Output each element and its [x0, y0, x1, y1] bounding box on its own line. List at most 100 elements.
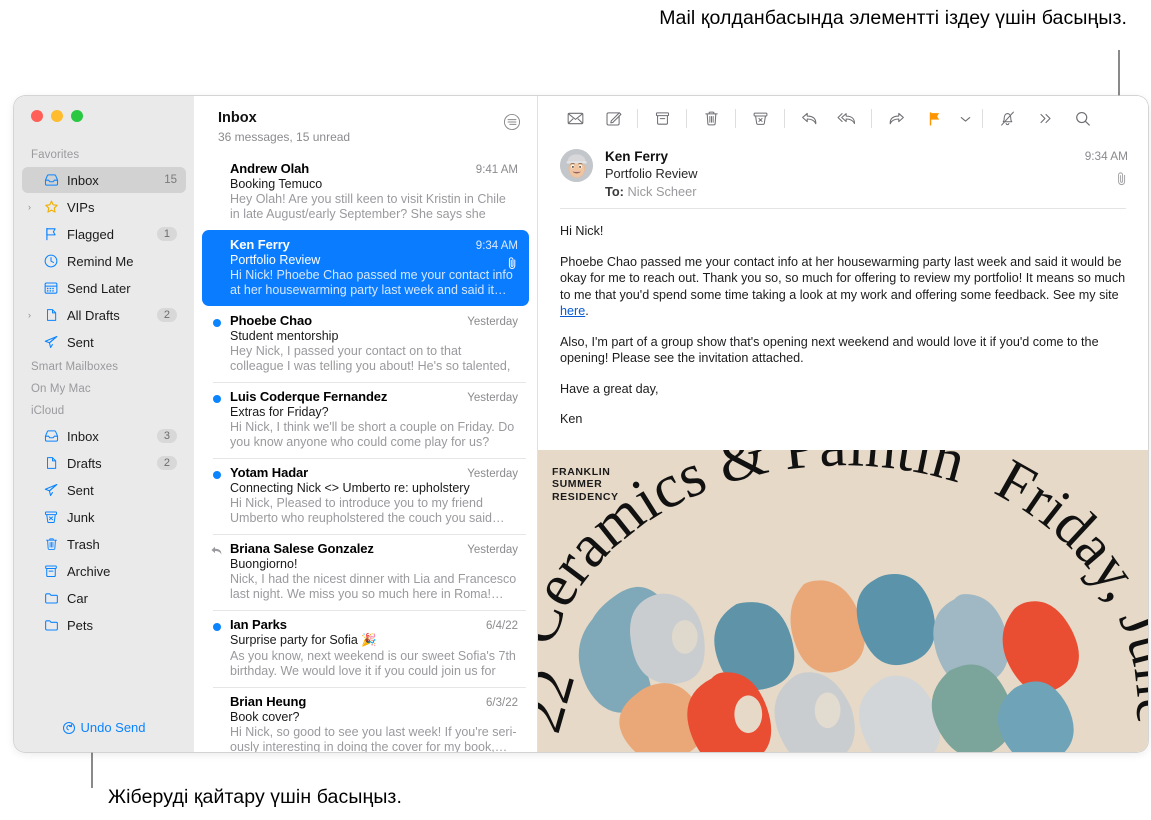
trash-icon: [704, 111, 718, 126]
attachment-preview[interactable]: FRANKLIN SUMMER RESIDENCY ramics & tin F…: [538, 449, 1148, 752]
portfolio-link[interactable]: here: [560, 304, 585, 318]
message-subject-line: Buongiorno!: [230, 557, 298, 571]
flag-button[interactable]: [915, 104, 953, 134]
paper-plane-icon: [44, 335, 58, 349]
delete-button[interactable]: [692, 104, 730, 134]
svg-text:Friday, June: Friday, June: [986, 450, 1148, 726]
trash-icon: [41, 536, 61, 552]
mute-button[interactable]: [988, 104, 1026, 134]
zoom-button[interactable]: [71, 110, 83, 122]
sidebar-item-vips[interactable]: › VIPs: [22, 194, 186, 220]
sidebar-item-send-later[interactable]: Send Later: [22, 275, 186, 301]
sidebar-item-all-drafts[interactable]: › All Drafts 2: [22, 302, 186, 328]
message-view-pane: Ken Ferry Portfolio Review To: Nick Sche…: [538, 96, 1148, 752]
sidebar-item-label: Sent: [67, 482, 94, 498]
message-list-item[interactable]: Luis Coderque Fernandez Yesterday Extras f…: [202, 382, 529, 458]
sidebar-item-label: Remind Me: [67, 253, 134, 269]
archive-icon: [655, 112, 669, 125]
sidebar-item-badge: 3: [156, 429, 177, 443]
mail-window: Favorites Inbox 15 › VIPs Flagged 1 Remind Me Se…: [14, 96, 1148, 752]
close-button[interactable]: [31, 110, 43, 122]
sidebar-item-car[interactable]: Car: [22, 585, 186, 611]
message-time: 9:34 AM: [1084, 149, 1128, 163]
archive-button[interactable]: [643, 104, 681, 134]
sidebar-item-sent[interactable]: Sent: [22, 477, 186, 503]
filter-icon: [503, 113, 521, 131]
toolbar-separator: [637, 109, 638, 128]
svg-text:Ceramics & Painting: Ceramics & Painting: [538, 450, 973, 653]
sidebar-section-header: iCloud: [31, 405, 65, 417]
message-date: 6/3/22: [486, 697, 518, 709]
body-greeting: Hi Nick!: [560, 224, 604, 238]
minimize-button[interactable]: [51, 110, 63, 122]
message-preview: Hi Nick! Phoebe Chao passed me your cont…: [230, 268, 513, 297]
paper-plane-icon: [41, 482, 61, 498]
body-para1-tail: .: [585, 304, 589, 318]
sidebar-item-sent[interactable]: Sent: [22, 329, 186, 355]
chevron-right-icon[interactable]: ›: [28, 202, 41, 212]
message-list-item[interactable]: Brian Heung 6/3/22 Book cover? Hi Nick, so …: [202, 687, 529, 752]
message-list-item[interactable]: Ian Parks 6/4/22 Surprise party for Sofia …: [202, 610, 529, 687]
message-subject-line: Student mentorship: [230, 329, 339, 343]
sidebar-item-inbox[interactable]: Inbox 3: [22, 423, 186, 449]
filter-button[interactable]: [503, 113, 521, 136]
inbox-icon: [41, 428, 61, 444]
message-list-item[interactable]: Andrew Olah 9:41 AM Booking Temuco Hey Olah…: [202, 154, 529, 230]
inbox-icon: [44, 174, 58, 186]
message-subject-line: Booking Temuco: [230, 177, 323, 191]
body-signature: Ken: [560, 412, 583, 426]
message-list-item[interactable]: Briana Salese Gonzalez Yesterday Buongiorn…: [202, 534, 529, 610]
message-list-item[interactable]: Yotam Hadar Yesterday Connecting Nick <> U…: [202, 458, 529, 534]
message-date: Yesterday: [467, 392, 518, 404]
compose-button[interactable]: [594, 104, 632, 134]
message-subject: Portfolio Review: [605, 166, 698, 181]
message-list-item[interactable]: Phoebe Chao Yesterday Student mentorship He…: [202, 306, 529, 382]
toolbar-separator: [735, 109, 736, 128]
get-mail-button[interactable]: [556, 104, 594, 134]
sidebar-item-flagged[interactable]: Flagged 1: [22, 221, 186, 247]
sidebar-item-trash[interactable]: Trash: [22, 531, 186, 557]
replied-icon: [210, 544, 223, 562]
callout-search-annotation: Mail қолданбасында элементті іздеу үшін …: [659, 7, 1127, 29]
message-recipients: To: Nick Scheer: [605, 184, 1073, 199]
paper-plane-icon: [44, 483, 58, 497]
body-para1-text: Phoebe Chao passed me your contact info …: [560, 254, 1126, 302]
clock-icon: [44, 254, 58, 268]
archive-icon: [45, 565, 57, 578]
flag-icon: [929, 112, 939, 126]
reply-button[interactable]: [790, 104, 828, 134]
message-preview: Hey Nick, I passed your contact on to th…: [230, 344, 511, 373]
to-value: Nick Scheer: [627, 184, 697, 199]
junk-button[interactable]: [741, 104, 779, 134]
message-subject-line: Extras for Friday?: [230, 405, 329, 419]
more-icon: [1039, 113, 1051, 124]
reply-all-button[interactable]: [828, 104, 866, 134]
message-attachment-indicator[interactable]: [1085, 171, 1128, 191]
flag-options-button[interactable]: [953, 104, 977, 134]
search-button[interactable]: [1064, 104, 1102, 134]
sidebar-item-label: Inbox: [67, 172, 99, 188]
to-label: To:: [605, 184, 624, 199]
sidebar-item-junk[interactable]: Junk: [22, 504, 186, 530]
sidebar-item-remind-me[interactable]: Remind Me: [22, 248, 186, 274]
sidebar-item-label: All Drafts: [67, 307, 120, 323]
more-button[interactable]: [1026, 104, 1064, 134]
chevron-right-icon[interactable]: ›: [28, 310, 41, 320]
document-icon: [41, 307, 61, 323]
sidebar-item-pets[interactable]: Pets: [22, 612, 186, 638]
message-sender-name: Brian Heung: [230, 694, 307, 709]
toolbar-separator: [784, 109, 785, 128]
message-subject-line: Portfolio Review: [230, 253, 321, 267]
forward-button[interactable]: [877, 104, 915, 134]
flag-icon: [46, 227, 56, 241]
sidebar-item-label: Archive: [67, 563, 111, 579]
undo-send-button[interactable]: Undo Send: [14, 713, 194, 752]
message-list-item[interactable]: Ken Ferry 9:34 AM Portfolio Review Hi Nick!…: [202, 230, 529, 306]
junk-icon: [41, 509, 61, 525]
sidebar-item-archive[interactable]: Archive: [22, 558, 186, 584]
sidebar-item-inbox[interactable]: Inbox 15: [22, 167, 186, 193]
message-list-header: Inbox 36 messages, 15 unread: [194, 96, 537, 154]
folder-icon: [44, 593, 58, 604]
toolbar-separator: [686, 109, 687, 128]
sidebar-item-drafts[interactable]: Drafts 2: [22, 450, 186, 476]
